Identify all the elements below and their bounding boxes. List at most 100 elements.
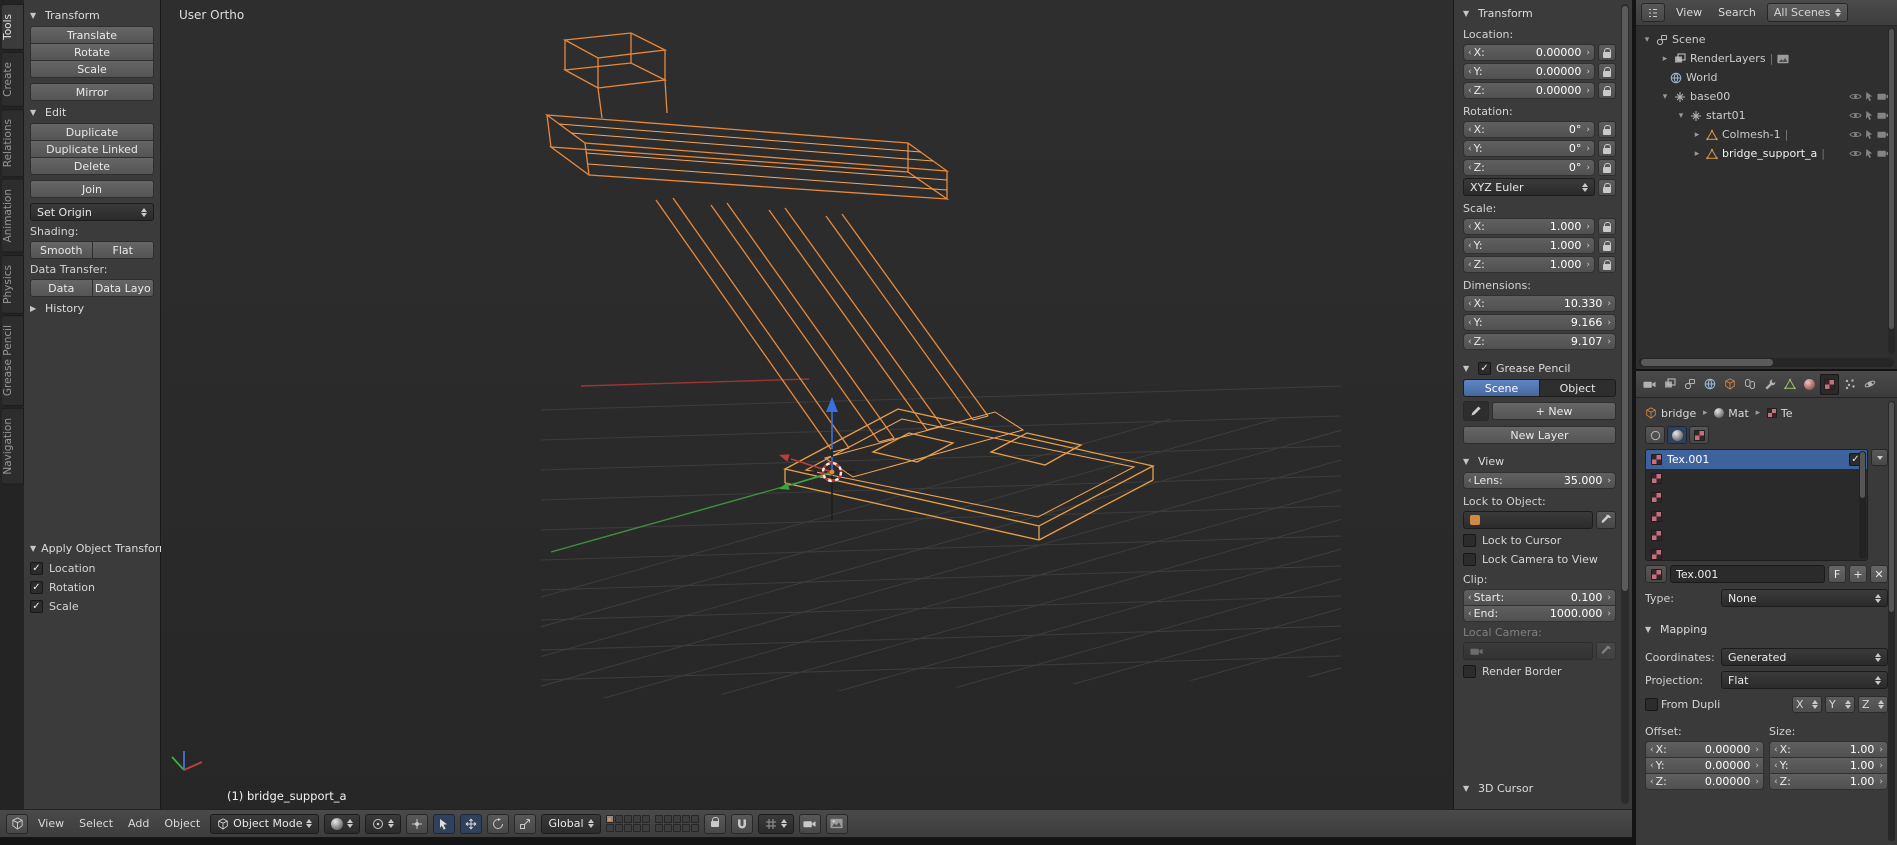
apply-rotation-checkbox[interactable]: ✓ xyxy=(30,581,43,594)
visibility-eye-icon[interactable] xyxy=(1849,130,1862,139)
outliner-row-renderlayers[interactable]: ▸ RenderLayers | xyxy=(1638,49,1895,68)
scale-y-field[interactable]: ‹Y:1.000› xyxy=(1463,237,1595,254)
view-panel-header[interactable]: ▼ View xyxy=(1463,453,1616,470)
breadcrumb-material-label[interactable]: Mat xyxy=(1728,407,1749,420)
tab-physics[interactable]: Physics xyxy=(2,255,24,314)
join-button[interactable]: Join xyxy=(30,180,154,198)
layer-17[interactable] xyxy=(664,824,672,832)
manipulator-toggle[interactable] xyxy=(433,814,455,834)
npanel-transform-header[interactable]: ▼ Transform xyxy=(1463,5,1616,22)
texture-browse-button[interactable] xyxy=(1645,565,1667,583)
rotation-mode-dropdown[interactable]: XYZ Euler xyxy=(1463,178,1595,196)
set-origin-menu[interactable]: Set Origin xyxy=(30,203,154,221)
layer-11[interactable] xyxy=(606,824,614,832)
rotation-z-lock-button[interactable] xyxy=(1598,159,1616,176)
outliner-row-colmesh[interactable]: ▸ Colmesh-1 | xyxy=(1638,125,1895,144)
tab-render-layers[interactable] xyxy=(1660,374,1679,395)
offset-y-field[interactable]: ‹Y:0.00000› xyxy=(1645,757,1764,774)
manipulator-scale-toggle[interactable] xyxy=(514,814,536,834)
size-z-field[interactable]: ‹Z:1.00› xyxy=(1769,773,1888,790)
tab-texture[interactable] xyxy=(1820,374,1839,395)
texture-slot-empty[interactable] xyxy=(1646,545,1867,561)
outliner-menu-search[interactable]: Search xyxy=(1713,6,1761,19)
menu-object[interactable]: Object xyxy=(159,817,205,830)
viewport-3d[interactable]: User Ortho (1) bridge_support_a xyxy=(161,0,1453,809)
outliner-menu-view[interactable]: View xyxy=(1671,6,1707,19)
duplicate-button[interactable]: Duplicate xyxy=(30,123,154,141)
rotation-mode-lock-button[interactable] xyxy=(1598,179,1616,196)
axis-x-dropdown[interactable]: X xyxy=(1792,696,1822,713)
gp-object-button[interactable]: Object xyxy=(1539,379,1616,397)
visibility-eye-icon[interactable] xyxy=(1849,92,1862,101)
scene-lock-toggle[interactable] xyxy=(704,814,726,834)
layer-6[interactable] xyxy=(655,815,663,823)
properties-scrollbar[interactable] xyxy=(1888,401,1895,841)
edit-panel-header[interactable]: ▼ Edit xyxy=(30,104,154,121)
gp-new-layer-button[interactable]: New Layer xyxy=(1463,426,1616,444)
render-border-checkbox[interactable] xyxy=(1463,665,1476,678)
cursor-panel-header[interactable]: ▼ 3D Cursor xyxy=(1463,780,1616,797)
opengl-render-button[interactable] xyxy=(799,814,821,834)
size-y-field[interactable]: ‹Y:1.00› xyxy=(1769,757,1888,774)
selectability-pointer-icon[interactable] xyxy=(1865,91,1874,102)
layer-13[interactable] xyxy=(624,824,632,832)
rotation-z-field[interactable]: ‹Z:0°› xyxy=(1463,159,1595,176)
texture-slot-active[interactable]: Tex.001 ✓ xyxy=(1646,450,1867,469)
mapping-panel-header[interactable]: ▼ Mapping xyxy=(1645,621,1888,638)
rotation-x-lock-button[interactable] xyxy=(1598,121,1616,138)
location-z-lock-button[interactable] xyxy=(1598,82,1616,99)
delete-button[interactable]: Delete xyxy=(30,157,154,175)
local-camera-field[interactable] xyxy=(1463,642,1593,660)
outliner-horizontal-scrollbar[interactable] xyxy=(1639,358,1894,367)
outliner-row-base00[interactable]: ▾ base00 xyxy=(1638,87,1895,106)
apply-transform-panel-header[interactable]: ▼ Apply Object Transform xyxy=(30,540,154,557)
outliner-filter-dropdown[interactable]: All Scenes xyxy=(1767,3,1848,22)
eyedropper-button[interactable] xyxy=(1596,511,1616,529)
layer-3[interactable] xyxy=(624,815,632,823)
tab-relations[interactable]: Relations xyxy=(2,109,24,177)
dimension-z-field[interactable]: ‹Z:9.107› xyxy=(1463,333,1616,350)
rotate-button[interactable]: Rotate xyxy=(30,43,154,61)
unlink-texture-button[interactable]: ✕ xyxy=(1870,565,1888,583)
dimension-y-field[interactable]: ‹Y:9.166› xyxy=(1463,314,1616,331)
tab-animation[interactable]: Animation xyxy=(2,179,24,253)
scale-x-field[interactable]: ‹X:1.000› xyxy=(1463,218,1595,235)
layer-16[interactable] xyxy=(655,824,663,832)
rotation-y-field[interactable]: ‹Y:0°› xyxy=(1463,140,1595,157)
apply-location-checkbox[interactable]: ✓ xyxy=(30,562,43,575)
visibility-eye-icon[interactable] xyxy=(1849,149,1862,158)
location-z-field[interactable]: ‹Z:0.00000› xyxy=(1463,82,1595,99)
scale-x-lock-button[interactable] xyxy=(1598,218,1616,235)
local-camera-eyedropper-button[interactable] xyxy=(1596,642,1616,660)
gp-new-button[interactable]: + New xyxy=(1492,402,1616,420)
translate-button[interactable]: Translate xyxy=(30,26,154,44)
gp-draw-button[interactable] xyxy=(1463,401,1489,421)
dimension-x-field[interactable]: ‹X:10.330› xyxy=(1463,295,1616,312)
location-x-lock-button[interactable] xyxy=(1598,44,1616,61)
scale-z-field[interactable]: ‹Z:1.000› xyxy=(1463,256,1595,273)
data-layout-transfer-button[interactable]: Data Layo xyxy=(92,279,155,297)
tab-constraints[interactable] xyxy=(1740,374,1759,395)
breadcrumb-object-label[interactable]: bridge xyxy=(1661,407,1696,420)
tab-create[interactable]: Create xyxy=(2,52,24,107)
outliner-row-start01[interactable]: ▾ start01 xyxy=(1638,106,1895,125)
coordinates-dropdown[interactable]: Generated xyxy=(1721,648,1888,666)
outliner-row-bridge-support[interactable]: ▸ bridge_support_a | xyxy=(1638,144,1895,163)
wireframe-model[interactable] xyxy=(547,33,1153,540)
texture-slot-empty[interactable] xyxy=(1646,488,1867,507)
tab-navigation[interactable]: Navigation xyxy=(2,408,24,485)
gp-scene-button[interactable]: Scene xyxy=(1463,379,1540,397)
layer-2[interactable] xyxy=(615,815,623,823)
outliner-editor-type-button[interactable] xyxy=(1641,3,1665,22)
tab-modifiers[interactable] xyxy=(1760,374,1779,395)
shade-flat-button[interactable]: Flat xyxy=(92,241,155,259)
layer-20[interactable] xyxy=(691,824,699,832)
opengl-render-anim-button[interactable] xyxy=(826,814,848,834)
offset-z-field[interactable]: ‹Z:0.00000› xyxy=(1645,773,1764,790)
transform-manipulator[interactable] xyxy=(779,397,838,490)
breadcrumb-texture-label[interactable]: Te xyxy=(1781,407,1793,420)
tab-material[interactable] xyxy=(1800,374,1819,395)
layer-8[interactable] xyxy=(673,815,681,823)
size-x-field[interactable]: ‹X:1.00› xyxy=(1769,741,1888,758)
layer-18[interactable] xyxy=(673,824,681,832)
